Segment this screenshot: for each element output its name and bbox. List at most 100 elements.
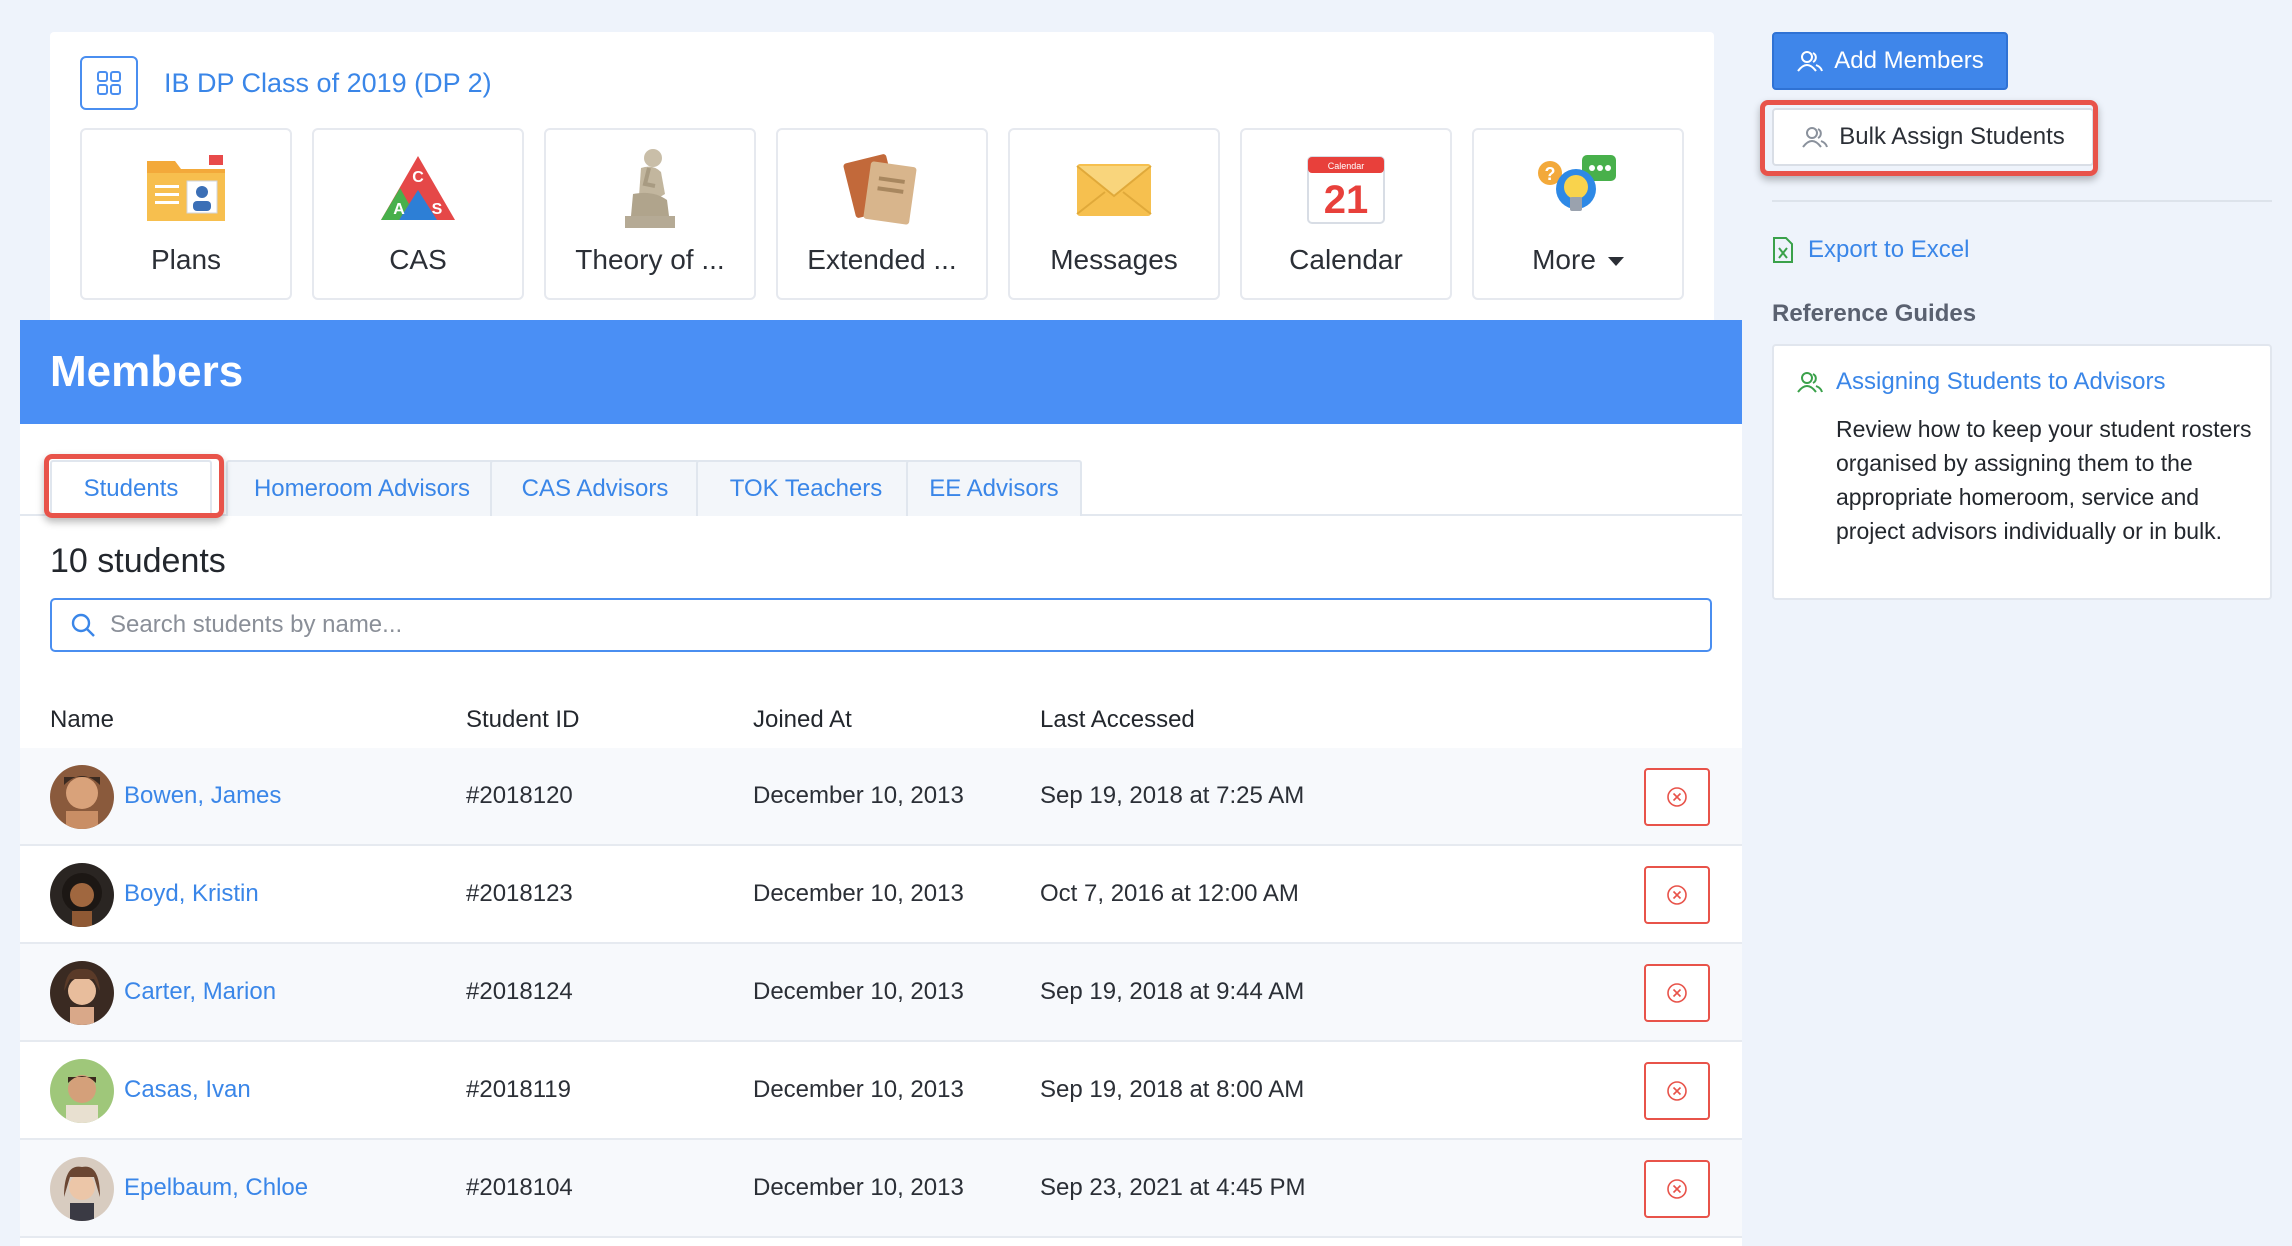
app-tiles: Plans C A S CAS Theory of ... Extended .… bbox=[80, 128, 1684, 300]
tab-students[interactable]: Students bbox=[50, 460, 212, 516]
student-id: #2018119 bbox=[466, 1076, 571, 1103]
close-circle-icon bbox=[1667, 983, 1687, 1003]
bulk-assign-button[interactable]: Bulk Assign Students bbox=[1772, 108, 2094, 166]
last-accessed: Sep 19, 2018 at 7:25 AM bbox=[1040, 782, 1305, 809]
joined-date: December 10, 2013 bbox=[753, 880, 964, 907]
svg-text:C: C bbox=[412, 169, 424, 186]
tile-plans[interactable]: Plans bbox=[80, 128, 292, 300]
users-icon bbox=[1802, 127, 1829, 148]
close-circle-icon bbox=[1667, 787, 1687, 807]
table-row: Bowen, James #2018120 December 10, 2013 … bbox=[20, 748, 1742, 846]
tile-more-label: More bbox=[1532, 244, 1624, 276]
tab-tok-teachers[interactable]: TOK Teachers bbox=[696, 460, 916, 516]
caret-down-icon bbox=[1607, 257, 1624, 267]
grid-menu-button[interactable] bbox=[80, 56, 138, 110]
calendar-icon: Calendar 21 bbox=[1306, 140, 1386, 236]
remove-student-button[interactable] bbox=[1644, 1062, 1710, 1120]
column-last-accessed[interactable]: Last Accessed bbox=[1040, 706, 1195, 734]
cas-triangle-icon: C A S bbox=[377, 140, 459, 236]
table-row: Epelbaum, Chloe #2018104 December 10, 20… bbox=[20, 1140, 1742, 1238]
class-header: IB DP Class of 2019 (DP 2) bbox=[80, 56, 492, 110]
class-card: IB DP Class of 2019 (DP 2) Plans C A S C… bbox=[50, 32, 1714, 332]
reference-guides-heading: Reference Guides bbox=[1772, 300, 1977, 327]
svg-text:A: A bbox=[393, 201, 405, 218]
joined-date: December 10, 2013 bbox=[753, 782, 964, 809]
bulk-assign-label: Bulk Assign Students bbox=[1839, 123, 2065, 150]
add-members-button[interactable]: Add Members bbox=[1772, 32, 2008, 90]
tile-cas-label: CAS bbox=[389, 244, 447, 275]
export-to-excel-link[interactable]: Export to Excel bbox=[1772, 236, 1969, 264]
envelope-icon bbox=[1073, 140, 1155, 236]
remove-student-button[interactable] bbox=[1644, 1160, 1710, 1218]
tab-ee-advisors[interactable]: EE Advisors bbox=[906, 460, 1082, 516]
guide-description: Review how to keep your student rosters … bbox=[1836, 416, 2252, 544]
close-circle-icon bbox=[1667, 1081, 1687, 1101]
joined-date: December 10, 2013 bbox=[753, 1174, 964, 1201]
add-members-label: Add Members bbox=[1834, 47, 1984, 74]
svg-text:?: ? bbox=[1545, 164, 1556, 184]
student-name-link[interactable]: Carter, Marion bbox=[124, 978, 276, 1006]
search-icon bbox=[71, 613, 95, 637]
student-name-link[interactable]: Boyd, Kristin bbox=[124, 880, 259, 908]
tab-cas-advisors[interactable]: CAS Advisors bbox=[490, 460, 700, 516]
reference-guide-card: Assigning Students to Advisors Review ho… bbox=[1772, 344, 2272, 600]
tile-calendar-label: Calendar bbox=[1289, 244, 1403, 275]
users-icon bbox=[1797, 372, 1823, 393]
remove-student-button[interactable] bbox=[1644, 964, 1710, 1022]
column-joined-at[interactable]: Joined At bbox=[753, 706, 852, 734]
search-box bbox=[50, 598, 1712, 652]
table-row: Casas, Ivan #2018119 December 10, 2013 S… bbox=[20, 1042, 1742, 1140]
tile-extended[interactable]: Extended ... bbox=[776, 128, 988, 300]
books-icon bbox=[841, 140, 923, 236]
avatar bbox=[50, 765, 114, 829]
tile-extended-label: Extended ... bbox=[807, 244, 957, 275]
grid-icon bbox=[97, 71, 121, 95]
table-row: Carter, Marion #2018124 December 10, 201… bbox=[20, 944, 1742, 1042]
tile-theory[interactable]: Theory of ... bbox=[544, 128, 756, 300]
tile-messages[interactable]: Messages bbox=[1008, 128, 1220, 300]
last-accessed: Oct 7, 2016 at 12:00 AM bbox=[1040, 880, 1299, 907]
search-input[interactable] bbox=[110, 611, 1670, 639]
column-student-id[interactable]: Student ID bbox=[466, 706, 579, 734]
tab-homeroom-advisors[interactable]: Homeroom Advisors bbox=[226, 460, 498, 516]
close-circle-icon bbox=[1667, 1179, 1687, 1199]
student-count: 10 students bbox=[50, 542, 226, 580]
avatar bbox=[50, 1059, 114, 1123]
users-icon bbox=[1797, 51, 1824, 72]
remove-student-button[interactable] bbox=[1644, 768, 1710, 826]
tile-cas[interactable]: C A S CAS bbox=[312, 128, 524, 300]
last-accessed: Sep 19, 2018 at 8:00 AM bbox=[1040, 1076, 1305, 1103]
student-name-link[interactable]: Casas, Ivan bbox=[124, 1076, 251, 1104]
student-id: #2018124 bbox=[466, 978, 573, 1005]
avatar bbox=[50, 863, 114, 927]
tile-messages-label: Messages bbox=[1050, 244, 1178, 275]
student-id: #2018123 bbox=[466, 880, 573, 907]
thinker-statue-icon bbox=[615, 140, 685, 236]
student-name-link[interactable]: Epelbaum, Chloe bbox=[124, 1174, 308, 1202]
tile-theory-label: Theory of ... bbox=[575, 244, 725, 275]
tile-calendar[interactable]: Calendar 21 Calendar bbox=[1240, 128, 1452, 300]
avatar bbox=[50, 1157, 114, 1221]
members-title: Members bbox=[20, 320, 1742, 424]
remove-student-button[interactable] bbox=[1644, 866, 1710, 924]
assigning-students-guide-link[interactable]: Assigning Students to Advisors bbox=[1796, 368, 2166, 396]
close-circle-icon bbox=[1667, 885, 1687, 905]
sidebar-divider bbox=[1772, 200, 2272, 202]
svg-text:S: S bbox=[432, 201, 443, 218]
class-title[interactable]: IB DP Class of 2019 (DP 2) bbox=[164, 68, 492, 99]
avatar bbox=[50, 961, 114, 1025]
student-id: #2018104 bbox=[466, 1174, 573, 1201]
student-name-link[interactable]: Bowen, James bbox=[124, 782, 281, 810]
tile-plans-label: Plans bbox=[150, 244, 222, 275]
member-tabs: Students Homeroom Advisors CAS Advisors … bbox=[20, 424, 1742, 518]
svg-text:21: 21 bbox=[1324, 178, 1369, 222]
table-row: Boyd, Kristin #2018123 December 10, 2013… bbox=[20, 846, 1742, 944]
last-accessed: Sep 19, 2018 at 9:44 AM bbox=[1040, 978, 1305, 1005]
svg-text:Calendar: Calendar bbox=[1328, 161, 1365, 171]
tile-more[interactable]: ? More bbox=[1472, 128, 1684, 300]
column-name[interactable]: Name bbox=[50, 706, 114, 734]
joined-date: December 10, 2013 bbox=[753, 1076, 964, 1103]
export-label: Export to Excel bbox=[1808, 236, 1970, 263]
joined-date: December 10, 2013 bbox=[753, 978, 964, 1005]
members-panel: Members Students Homeroom Advisors CAS A… bbox=[20, 320, 1742, 1246]
